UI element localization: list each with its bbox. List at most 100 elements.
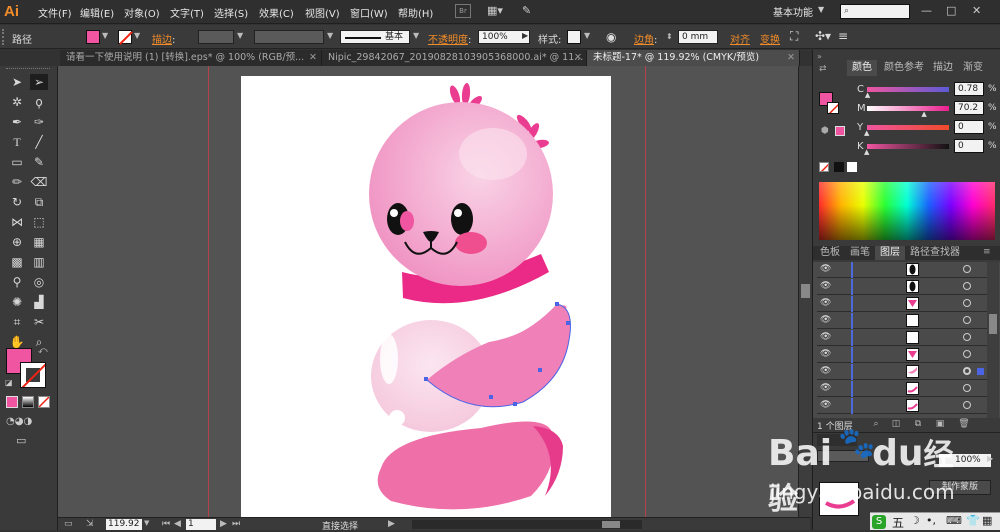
layer-row[interactable]: 👁 xyxy=(817,347,987,363)
tab-layers[interactable]: 图层 xyxy=(875,246,905,260)
black-input[interactable]: 0 xyxy=(954,139,984,153)
menu-edit[interactable]: 编辑(E) xyxy=(80,5,114,20)
pen-tool-icon[interactable]: ✒ xyxy=(8,114,26,130)
close-icon[interactable]: ✕ xyxy=(787,50,795,66)
white-color-button[interactable] xyxy=(847,162,857,172)
stroke-weight-dropdown[interactable] xyxy=(198,30,234,44)
menu-object[interactable]: 对象(O) xyxy=(124,5,160,20)
chevron-down-icon[interactable]: ▼ xyxy=(584,31,590,40)
rectangle-tool-icon[interactable]: ▭ xyxy=(8,154,26,170)
menu-view[interactable]: 视图(V) xyxy=(305,5,340,20)
corner-radius-input[interactable]: 0 mm xyxy=(678,30,718,44)
keyboard-icon[interactable]: ⌨ xyxy=(946,514,962,527)
workspace-switcher[interactable]: 基本功能 xyxy=(773,4,813,19)
visibility-eye-icon[interactable]: 👁 xyxy=(820,298,832,308)
zoom-level-input[interactable]: 119.92 xyxy=(106,519,142,530)
visibility-eye-icon[interactable]: 👁 xyxy=(820,332,832,342)
type-tool-icon[interactable]: T xyxy=(8,134,26,150)
yellow-input[interactable]: 0 xyxy=(954,120,984,134)
yellow-slider[interactable] xyxy=(867,125,949,130)
tab-gradient[interactable]: 渐变 xyxy=(958,60,988,76)
artboard-number-input[interactable]: 1 xyxy=(186,519,216,530)
drawing-modes-icon[interactable]: ◔◕◑ xyxy=(6,416,32,427)
pencil-tool-icon[interactable]: ✏ xyxy=(8,174,26,190)
layer-row[interactable]: 👁 xyxy=(817,279,987,295)
maximize-button[interactable]: □ xyxy=(946,4,956,17)
out-of-gamut-icon[interactable]: ⬢ xyxy=(821,126,829,136)
grip-handle[interactable] xyxy=(2,29,6,45)
tab-brushes[interactable]: 画笔 xyxy=(845,246,875,260)
cyan-slider-handle[interactable]: ▲ xyxy=(865,91,870,99)
scrollbar-thumb[interactable] xyxy=(602,521,620,528)
magic-wand-tool-icon[interactable]: ✲ xyxy=(8,94,26,110)
target-circle-icon[interactable] xyxy=(963,367,971,375)
collapse-panels-icon[interactable]: » xyxy=(817,52,822,61)
horizontal-scrollbar[interactable] xyxy=(412,520,642,529)
menu-window[interactable]: 窗口(W) xyxy=(350,5,388,20)
selection-tool-icon[interactable]: ➤ xyxy=(8,74,26,90)
black-slider[interactable] xyxy=(867,144,949,149)
none-mode-icon[interactable] xyxy=(38,396,50,408)
chevron-down-icon[interactable]: ▼ xyxy=(144,519,149,527)
tab-swatches[interactable]: 色板 xyxy=(815,246,845,260)
layer-row[interactable]: 👁 xyxy=(817,398,987,414)
chevron-down-icon[interactable]: ▼ xyxy=(413,31,419,40)
chevron-down-icon[interactable]: ▼ xyxy=(818,5,824,14)
visibility-eye-icon[interactable]: 👁 xyxy=(820,349,832,359)
target-circle-icon[interactable] xyxy=(963,384,971,392)
recolor-artwork-icon[interactable]: ◉ xyxy=(606,30,620,44)
help-search-input[interactable]: ⌕ xyxy=(840,4,910,19)
align-link[interactable]: 对齐 xyxy=(730,31,750,46)
brush-definition-dropdown[interactable]: 基本 xyxy=(340,30,410,44)
corner-label[interactable]: 边角: xyxy=(634,31,657,46)
arrange-documents-icon[interactable]: ▦▾ xyxy=(487,4,511,19)
target-circle-icon[interactable] xyxy=(963,333,971,341)
close-icon[interactable]: ✕ xyxy=(309,50,317,66)
target-circle-icon[interactable] xyxy=(963,401,971,409)
ime-logo-icon[interactable]: S xyxy=(872,515,886,529)
visibility-eye-icon[interactable]: 👁 xyxy=(820,264,832,274)
layer-row[interactable]: 👁 xyxy=(817,262,987,278)
status-menu-icon[interactable]: ▭ xyxy=(64,519,73,529)
artboard[interactable] xyxy=(241,76,611,517)
visibility-eye-icon[interactable]: 👁 xyxy=(820,281,832,291)
visibility-eye-icon[interactable]: 👁 xyxy=(820,383,832,393)
layer-row[interactable]: 👁 xyxy=(817,296,987,312)
minimize-button[interactable]: — xyxy=(921,4,932,17)
tab-document-3[interactable]: 未标题-17* @ 119.92% (CMYK/预览) ✕ xyxy=(587,50,800,66)
menu-effect[interactable]: 效果(C) xyxy=(259,5,294,20)
mesh-tool-icon[interactable]: ▩ xyxy=(8,254,26,270)
menu-type[interactable]: 文字(T) xyxy=(170,5,204,20)
chevron-right-icon[interactable]: ▶ xyxy=(987,454,993,463)
gradient-tool-icon[interactable]: ▥ xyxy=(30,254,48,270)
skin-icon[interactable]: 👕 xyxy=(966,514,980,527)
column-graph-tool-icon[interactable]: ▟ xyxy=(30,294,48,310)
color-mode-icon[interactable] xyxy=(6,396,18,408)
close-button[interactable]: ✕ xyxy=(972,4,981,17)
opacity-label[interactable]: 不透明度: xyxy=(428,31,471,46)
bear-illustration[interactable] xyxy=(241,76,611,517)
tab-document-1[interactable]: 请看一下使用说明 (1) [转换].eps* @ 100% (RGB/预... … xyxy=(60,50,322,66)
chevron-right-icon[interactable]: ▶ xyxy=(388,519,395,529)
fill-swatch[interactable] xyxy=(86,30,100,44)
lasso-tool-icon[interactable]: ϙ xyxy=(30,94,48,110)
visibility-eye-icon[interactable]: 👁 xyxy=(820,315,832,325)
width-tool-icon[interactable]: ⋈ xyxy=(8,214,26,230)
rotate-tool-icon[interactable]: ↻ xyxy=(8,194,26,210)
tab-stroke[interactable]: 描边 xyxy=(928,60,958,76)
menu-file[interactable]: 文件(F) xyxy=(38,5,72,20)
magenta-slider-handle[interactable]: ▲ xyxy=(921,110,926,118)
curvature-tool-icon[interactable]: ✑ xyxy=(30,114,48,130)
stroke-swatch[interactable] xyxy=(118,30,133,45)
target-circle-icon[interactable] xyxy=(963,316,971,324)
target-circle-icon[interactable] xyxy=(963,282,971,290)
slice-tool-icon[interactable]: ✂ xyxy=(30,314,48,330)
tab-document-2[interactable]: Nipic_29842067_20190828103905368000.ai* … xyxy=(322,50,587,66)
swap-fill-stroke-icon[interactable]: ⤺ xyxy=(38,346,48,356)
half-width-icon[interactable]: ☽ xyxy=(910,514,920,527)
close-icon[interactable]: ✕ xyxy=(574,50,582,66)
artboard-tool-icon[interactable]: ⌗ xyxy=(8,314,26,330)
transform-link[interactable]: 变换 xyxy=(760,31,780,46)
paintbrush-tool-icon[interactable]: ✎ xyxy=(30,154,48,170)
swap-icon[interactable]: ⇄ xyxy=(819,64,827,74)
